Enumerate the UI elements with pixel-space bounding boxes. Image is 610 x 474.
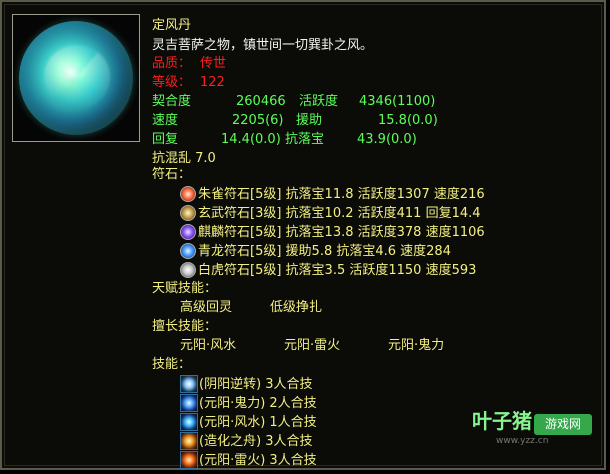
creation-boat-skill-icon [180,432,198,450]
stat-value: 14.4(0.0) [221,132,281,147]
stat-label: 活跃度 [299,94,339,109]
special-header: 擅长技能： [152,319,218,334]
fire-rune-icon [180,186,196,202]
talent-skill: 高级回灵 [180,300,233,315]
rune-row: 白虎符石[5级] 抗落宝3.5 活跃度1150 速度593 [180,260,476,280]
rune-text: 麒麟符石[5级] 抗落宝13.8 活跃度378 速度1106 [198,224,485,240]
item-name: 定风丹 [152,18,192,33]
stat-label: 援助 [296,113,323,128]
rune-row: 青龙符石[5级] 援助5.8 抗落宝4.6 速度284 [180,241,451,261]
stat-label: 速度 [152,113,179,128]
skill-row: (阴阳逆转) 3人合技 [180,374,313,394]
stat-label: 契合度 [152,94,192,109]
stat-value: 2205(6) [232,113,284,128]
watermark-brand: 叶子猪 [472,409,532,433]
skill-row: (造化之舟) 3人合技 [180,431,313,451]
talent-skill: 低级挣扎 [270,300,323,315]
level-value: 122 [200,75,225,90]
stat-value: 15.8(0.0) [378,113,438,128]
rune-text: 玄武符石[3级] 抗落宝10.2 活跃度411 回复14.4 [198,205,481,221]
talent-header: 天赋技能： [152,281,218,296]
lightning-rune-icon [180,224,196,240]
rune-row: 玄武符石[3级] 抗落宝10.2 活跃度411 回复14.4 [180,203,481,223]
item-description: 灵吉菩萨之物，镇世间一切巽卦之风。 [152,38,374,53]
item-image-frame [12,14,140,142]
stat-value: 4346(1100) [359,94,436,109]
level-label: 等级： [152,75,192,90]
special-skill: 元阳·雷火 [284,338,341,353]
skill-text: (造化之舟) 3人合技 [199,433,313,449]
stat-value: 43.9(0.0) [357,132,417,147]
special-skill: 元阳·风水 [180,338,237,353]
rune-row: 朱雀符石[5级] 抗落宝11.8 活跃度1307 速度216 [180,184,485,204]
earth-rune-icon [180,205,196,221]
stat-value: 260466 [236,94,286,109]
stat-label: 回复 [152,132,179,147]
rune-row: 麒麟符石[5级] 抗落宝13.8 活跃度378 速度1106 [180,222,485,242]
rune-text: 朱雀符石[5级] 抗落宝11.8 活跃度1307 速度216 [198,186,485,202]
skill-text: (元阳·雷火) 3人合技 [199,452,317,468]
skill-text: (阴阳逆转) 3人合技 [199,376,313,392]
item-tooltip-panel: 定风丹 灵吉菩萨之物，镇世间一切巽卦之风。 品质： 传世 等级： 122 契合度… [0,0,606,470]
watermark-url: www.yzz.cn [496,436,549,446]
skill-text: (元阳·鬼力) 2人合技 [199,395,317,411]
quality-label: 品质： [152,56,192,71]
rune-header: 符石： [152,167,192,182]
site-watermark: 叶子猪 游戏网 www.yzz.cn [472,409,594,452]
wind-water-skill-icon [180,413,198,431]
skill-row: (元阳·雷火) 3人合技 [180,450,317,470]
rune-text: 青龙符石[5级] 援助5.8 抗落宝4.6 速度284 [198,243,451,259]
skill-header: 技能： [152,357,192,372]
metal-rune-icon [180,262,196,278]
ghost-skill-icon [180,394,198,412]
thunder-fire-skill-icon [180,451,198,469]
wind-orb-icon [19,21,133,135]
stat-label: 抗落宝 [285,132,325,147]
skill-row: (元阳·鬼力) 2人合技 [180,393,317,413]
yin-yang-skill-icon [180,375,198,393]
special-skill: 元阳·鬼力 [388,338,445,353]
water-rune-icon [180,243,196,259]
skill-text: (元阳·风水) 1人合技 [199,414,317,430]
skill-row: (元阳·风水) 1人合技 [180,412,317,432]
rune-text: 白虎符石[5级] 抗落宝3.5 活跃度1150 速度593 [198,262,477,278]
quality-value: 传世 [200,56,227,71]
